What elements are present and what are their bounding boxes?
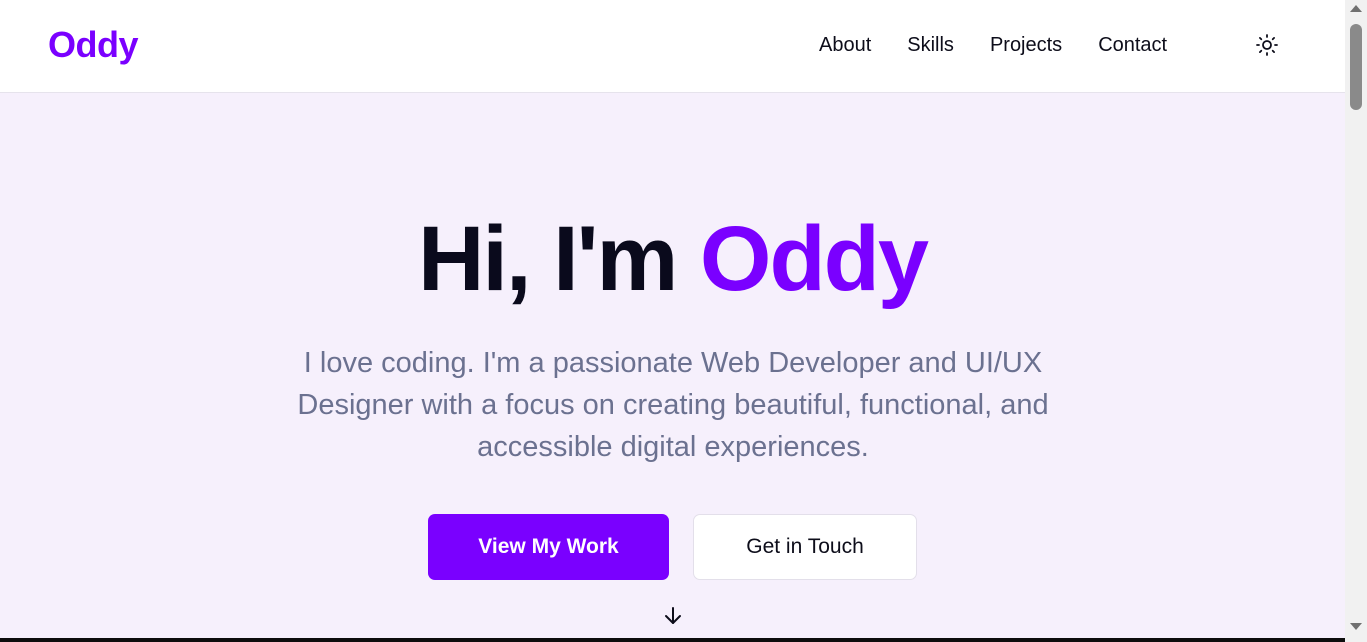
hero-name: Oddy — [699, 208, 929, 310]
sun-icon — [1256, 34, 1278, 56]
nav-link-about[interactable]: About — [819, 32, 871, 58]
scroll-up-arrow-icon[interactable] — [1350, 5, 1362, 12]
hero-greeting: Hi, I'm — [417, 208, 678, 310]
scroll-down-arrow-icon[interactable] — [1350, 623, 1362, 630]
page: Oddy About Skills Projects Contact Hi, I… — [0, 0, 1345, 642]
view-my-work-button[interactable]: View My Work — [428, 514, 669, 580]
hero-section: Hi, I'm Oddy I love coding. I'm a passio… — [0, 93, 1345, 638]
nav-link-contact[interactable]: Contact — [1098, 32, 1167, 58]
scrollbar[interactable] — [1345, 0, 1367, 642]
arrow-down-icon[interactable] — [662, 605, 684, 627]
theme-toggle-button[interactable] — [1253, 31, 1281, 59]
nav-link-projects[interactable]: Projects — [990, 32, 1062, 58]
hero-description: I love coding. I'm a passionate Web Deve… — [297, 347, 1049, 463]
nav-link-skills[interactable]: Skills — [907, 32, 954, 58]
next-section-edge — [0, 638, 1345, 642]
get-in-touch-button[interactable]: Get in Touch — [693, 514, 917, 580]
nav-links: About Skills Projects Contact — [819, 32, 1167, 58]
logo[interactable]: Oddy — [48, 24, 139, 66]
scrollbar-thumb[interactable] — [1350, 24, 1362, 110]
hero-title: Hi, I'm Oddy — [0, 209, 1345, 309]
navbar: Oddy About Skills Projects Contact — [0, 0, 1345, 93]
